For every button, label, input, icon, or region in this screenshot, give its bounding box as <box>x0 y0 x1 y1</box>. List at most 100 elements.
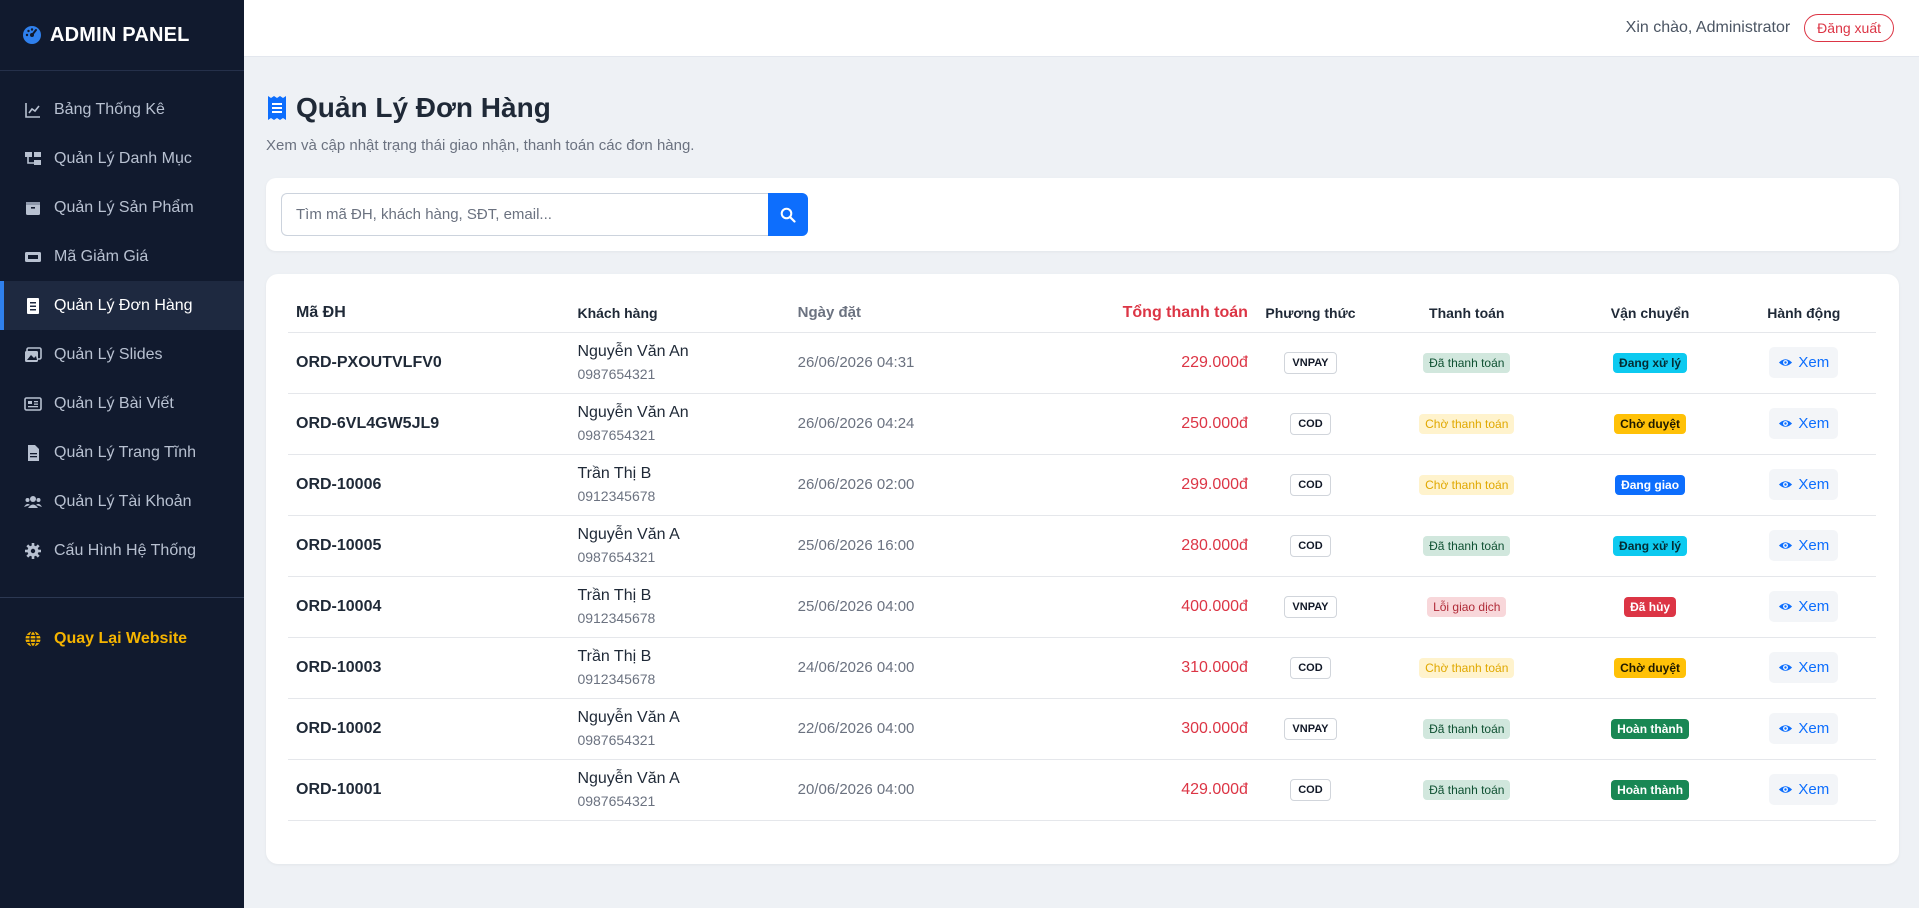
sidebar-item-accounts[interactable]: Quản Lý Tài Khoản <box>0 477 244 526</box>
eye-icon <box>1779 664 1793 671</box>
sidebar-item-label: Quản Lý Tài Khoản <box>54 492 192 510</box>
column-header-action: Hành động <box>1731 294 1876 333</box>
order-total: 280.000đ <box>1034 515 1256 577</box>
payment-status-badge: Đã thanh toán <box>1423 779 1511 800</box>
payment-status-badge: Chờ thanh toán <box>1419 657 1515 678</box>
page-title: Quản Lý Đơn Hàng <box>266 92 694 124</box>
column-header-date: Ngày đặt <box>789 294 1035 333</box>
order-total: 310.000đ <box>1034 637 1256 699</box>
column-header-customer: Khách hàng <box>569 294 790 333</box>
customer-phone: 0987654321 <box>577 427 656 443</box>
brand[interactable]: ADMIN PANEL <box>0 0 244 71</box>
customer-name: Nguyễn Văn A <box>577 770 680 787</box>
view-order-button[interactable]: Xem <box>1769 652 1839 683</box>
sidebar-item-coupons[interactable]: Mã Giảm Giá <box>0 232 244 281</box>
column-header-total: Tổng thanh toán <box>1034 294 1256 333</box>
view-order-button[interactable]: Xem <box>1769 469 1839 500</box>
view-order-label: Xem <box>1798 659 1830 676</box>
view-order-button[interactable]: Xem <box>1769 347 1839 378</box>
order-total: 299.000đ <box>1034 454 1256 516</box>
sidebar-item-posts[interactable]: Quản Lý Bài Viết <box>0 379 244 428</box>
payment-cell: Chờ thanh toán <box>1364 637 1569 699</box>
payment-method-badge: COD <box>1290 412 1331 435</box>
greeting-text: Xin chào, Administrator <box>1625 19 1791 36</box>
page-subtitle: Xem và cập nhật trạng thái giao nhận, th… <box>266 137 695 154</box>
shipping-cell: Chờ duyệt <box>1568 393 1732 455</box>
eye-icon <box>1779 786 1793 793</box>
page-header: Quản Lý Đơn Hàng Xem và cập nhật trạng t… <box>266 92 694 154</box>
action-cell: Xem <box>1731 576 1876 638</box>
shipping-status-badge: Hoàn thành <box>1611 779 1690 800</box>
file-icon <box>28 444 39 461</box>
payment-method-badge: VNPAY <box>1284 595 1337 618</box>
order-code: ORD-10003 <box>288 637 570 699</box>
sidebar-item-settings[interactable]: Cấu Hình Hệ Thống <box>0 526 244 575</box>
method-cell: COD <box>1255 454 1365 516</box>
eye-icon <box>1779 603 1793 610</box>
search-button[interactable] <box>768 193 808 236</box>
shipping-cell: Đang giao <box>1568 454 1732 516</box>
view-order-button[interactable]: Xem <box>1769 530 1839 561</box>
method-cell: VNPAY <box>1255 576 1365 638</box>
eye-icon <box>1779 725 1793 732</box>
back-to-website-link[interactable]: Quay Lại Website <box>0 614 244 663</box>
table-row: ORD-10004 Trần Thị B 0912345678 25/06/20… <box>288 576 1876 638</box>
sidebar-item-categories[interactable]: Quản Lý Danh Mục <box>0 134 244 183</box>
search-input[interactable] <box>281 193 769 236</box>
customer-name: Trần Thị B <box>577 648 652 665</box>
sidebar-item-orders[interactable]: Quản Lý Đơn Hàng <box>0 281 244 330</box>
order-date: 25/06/2026 16:00 <box>789 515 1035 577</box>
order-date: 22/06/2026 04:00 <box>789 698 1035 760</box>
sidebar-item-label: Quản Lý Bài Viết <box>54 394 174 412</box>
action-cell: Xem <box>1731 332 1876 394</box>
payment-cell: Chờ thanh toán <box>1364 393 1569 455</box>
shipping-cell: Đang xử lý <box>1568 515 1732 577</box>
customer-name: Nguyễn Văn An <box>577 343 689 360</box>
shipping-status-badge: Đang xử lý <box>1613 535 1688 556</box>
method-cell: COD <box>1255 393 1365 455</box>
sidebar-item-pages[interactable]: Quản Lý Trang Tĩnh <box>0 428 244 477</box>
sidebar-item-slides[interactable]: Quản Lý Slides <box>0 330 244 379</box>
view-order-button[interactable]: Xem <box>1769 713 1839 744</box>
customer-name: Trần Thị B <box>577 587 652 604</box>
sidebar-item-products[interactable]: Quản Lý Sản Phẩm <box>0 183 244 232</box>
eye-icon <box>1779 359 1793 366</box>
view-order-label: Xem <box>1798 354 1830 371</box>
view-order-button[interactable]: Xem <box>1769 591 1839 622</box>
customer-cell: Trần Thị B 0912345678 <box>569 637 790 699</box>
customer-cell: Nguyễn Văn An 0987654321 <box>569 332 790 394</box>
method-cell: COD <box>1255 637 1365 699</box>
sidebar-item-dashboard[interactable]: Bảng Thống Kê <box>0 85 244 134</box>
payment-status-badge: Đã thanh toán <box>1423 352 1511 373</box>
payment-status-badge: Đã thanh toán <box>1423 718 1511 739</box>
sidebar-item-label: Quản Lý Đơn Hàng <box>54 296 193 314</box>
view-order-button[interactable]: Xem <box>1769 774 1839 805</box>
sidebar-item-label: Mã Giảm Giá <box>54 247 149 265</box>
sidebar-item-label: Quản Lý Sản Phẩm <box>54 198 194 216</box>
eye-icon <box>1779 420 1793 427</box>
payment-cell: Đã thanh toán <box>1364 515 1569 577</box>
eye-icon <box>1779 542 1793 549</box>
sidebar-item-label: Cấu Hình Hệ Thống <box>54 541 197 559</box>
view-order-label: Xem <box>1798 537 1830 554</box>
shipping-status-badge: Đã hủy <box>1624 596 1677 617</box>
order-date: 25/06/2026 04:00 <box>789 576 1035 638</box>
table-row: ORD-10003 Trần Thị B 0912345678 24/06/20… <box>288 637 1876 699</box>
shipping-cell: Chờ duyệt <box>1568 637 1732 699</box>
shipping-status-badge: Hoàn thành <box>1611 718 1690 739</box>
shipping-status-badge: Đang xử lý <box>1613 352 1688 373</box>
view-order-button[interactable]: Xem <box>1769 408 1839 439</box>
customer-name: Trần Thị B <box>577 465 652 482</box>
order-code: ORD-10002 <box>288 698 570 760</box>
sidebar-item-label: Quản Lý Danh Mục <box>54 149 192 167</box>
action-cell: Xem <box>1731 393 1876 455</box>
order-total: 429.000đ <box>1034 759 1256 821</box>
action-cell: Xem <box>1731 637 1876 699</box>
order-code: ORD-10004 <box>288 576 570 638</box>
shipping-cell: Đang xử lý <box>1568 332 1732 394</box>
logout-button[interactable]: Đăng xuất <box>1804 14 1894 42</box>
gear-icon <box>25 542 41 559</box>
search-icon <box>780 207 796 223</box>
customer-phone: 0987654321 <box>577 732 656 748</box>
customer-cell: Nguyễn Văn A 0987654321 <box>569 759 790 821</box>
